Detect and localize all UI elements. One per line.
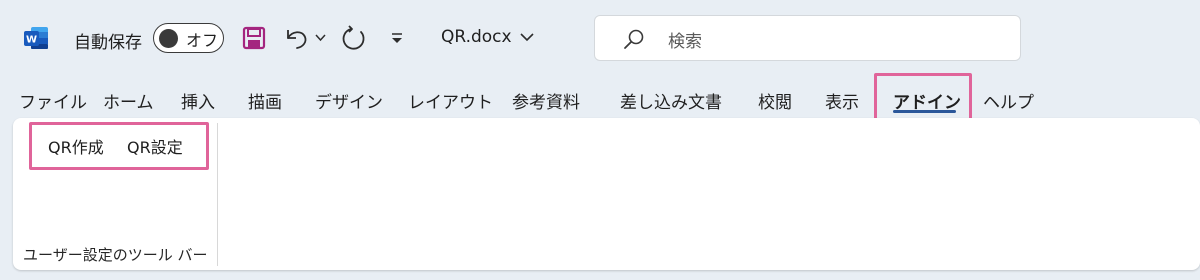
search-placeholder: 検索 [668, 32, 702, 52]
qr-create-button[interactable]: QR作成 [48, 134, 104, 158]
word-icon: W [24, 27, 48, 49]
tab-mailings[interactable]: 差し込み文書 [620, 88, 722, 113]
tab-review[interactable]: 校閲 [758, 88, 792, 113]
tab-view[interactable]: 表示 [825, 88, 859, 113]
tab-file[interactable]: ファイル [19, 88, 87, 113]
qr-settings-button[interactable]: QR設定 [127, 134, 183, 158]
search-icon [624, 29, 644, 49]
tab-insert[interactable]: 挿入 [181, 88, 215, 113]
toggle-knob [159, 28, 178, 48]
active-tab-indicator [893, 110, 956, 113]
title-bar: W 自動保存 オフ QR.docx 検索 [0, 0, 1200, 76]
autosave-label: 自動保存 [74, 33, 142, 53]
customize-toolbar-icon[interactable] [390, 32, 404, 44]
ribbon-group-label: ユーザー設定のツール バー [23, 246, 208, 264]
tab-help[interactable]: ヘルプ [983, 88, 1034, 113]
tab-home[interactable]: ホーム [103, 88, 154, 113]
tab-layout[interactable]: レイアウト [408, 88, 493, 113]
word-icon-letter: W [26, 35, 37, 46]
undo-dropdown-chevron-icon[interactable] [315, 32, 326, 43]
tab-references[interactable]: 参考資料 [512, 88, 580, 113]
search-box[interactable]: 検索 [594, 15, 1021, 61]
redo-icon[interactable] [340, 24, 368, 52]
chevron-down-icon[interactable] [520, 32, 534, 42]
ribbon-tabs: ファイル ホーム 挿入 描画 デザイン レイアウト 参考資料 差し込み文書 校閲… [0, 76, 1200, 118]
tab-design[interactable]: デザイン [315, 88, 383, 113]
document-filename[interactable]: QR.docx [441, 27, 512, 47]
ribbon-group-separator [217, 123, 218, 266]
autosave-toggle[interactable]: オフ [153, 23, 224, 53]
save-icon[interactable] [242, 26, 266, 50]
autosave-toggle-label: オフ [186, 31, 219, 50]
tab-draw[interactable]: 描画 [248, 88, 282, 113]
undo-icon[interactable] [284, 25, 310, 51]
